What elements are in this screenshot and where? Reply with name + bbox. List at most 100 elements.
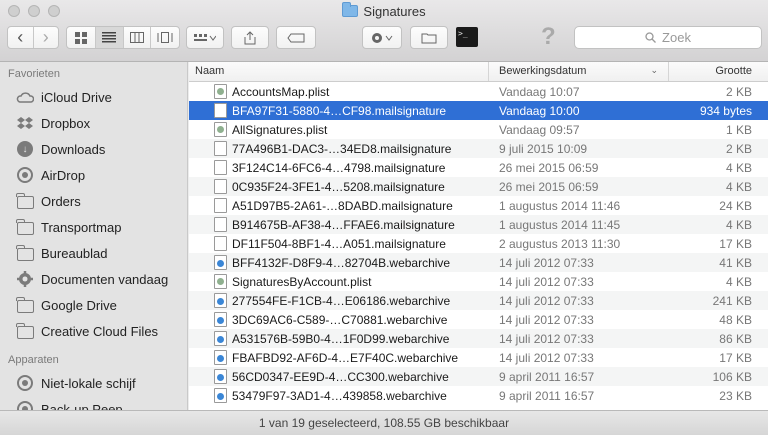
file-size: 2 KB (725, 141, 752, 156)
file-size: 4 KB (725, 179, 752, 194)
file-size: 24 KB (719, 198, 752, 213)
sidebar-item-downloads[interactable]: ↓ Downloads (0, 136, 187, 162)
column-header-date[interactable]: Bewerkingsdatum ⌄ (489, 62, 669, 81)
file-date: 14 juli 2012 07:33 (499, 331, 594, 346)
file-date: 14 juli 2012 07:33 (499, 293, 594, 308)
folder-icon (16, 244, 34, 262)
file-name-cell: 277554FE-F1CB-4…E06186.webarchive (189, 293, 489, 308)
sidebar-item-icloud-drive[interactable]: iCloud Drive (0, 84, 187, 110)
file-size: 2 KB (725, 84, 752, 99)
status-text: 1 van 19 geselecteerd, 108.55 GB beschik… (258, 416, 510, 430)
navigation-group: ‹ › (7, 26, 59, 49)
file-date: 26 mei 2015 06:59 (499, 179, 599, 194)
sidebar-item-transportmap[interactable]: Transportmap (0, 214, 187, 240)
share-button[interactable] (231, 26, 269, 49)
sidebar-item-label: Dropbox (41, 115, 91, 131)
forward-button[interactable]: › (34, 27, 59, 48)
table-row[interactable]: FBAFBD92-AF6D-4…E7F40C.webarchive 14 juli… (189, 348, 768, 367)
file-name-cell: A51D97B5-2A61-…8DABD.mailsignature (189, 198, 489, 213)
toolbar: Signatures ‹ › >_ ? Zoek (0, 0, 768, 62)
column-header-size[interactable]: Grootte (669, 62, 768, 81)
table-row[interactable]: 53479F97-3AD1-4…439858.webarchive 9 april… (189, 386, 768, 405)
sidebar-item-back-up-peep[interactable]: Back-up Peep (0, 396, 187, 410)
sidebar-item-label: Back-up Peep (41, 401, 123, 411)
table-row[interactable]: B914675B-AF38-4…FFAE6.mailsignature 1 aug… (189, 215, 768, 234)
file-name-cell: 56CD0347-EE9D-4…CC300.webarchive (189, 369, 489, 384)
file-name-cell: AllSignatures.plist (189, 122, 489, 137)
plist-file-icon (214, 84, 227, 99)
icon-view-button[interactable] (67, 27, 96, 48)
table-row[interactable]: 77A496B1-DAC3-…34ED8.mailsignature 9 juli… (189, 139, 768, 158)
columns-icon (129, 32, 144, 43)
file-date: Vandaag 10:00 (499, 103, 580, 118)
table-row[interactable]: DF11F504-8BF1-4…A051.mailsignature 2 augu… (189, 234, 768, 253)
sidebar-item-google-drive[interactable]: Google Drive (0, 292, 187, 318)
sidebar-item-documenten-vandaag[interactable]: Documenten vandaag (0, 266, 187, 292)
sidebar-item-niet-lokale-schijf[interactable]: Niet-lokale schijf (0, 370, 187, 396)
table-row[interactable]: 0C935F24-3FE1-4…5208.mailsignature 26 mei… (189, 177, 768, 196)
sidebar-item-dropbox[interactable]: Dropbox (0, 110, 187, 136)
file-name-cell: BFA97F31-5880-4…CF98.mailsignature (189, 103, 489, 118)
sidebar-section-favorites: Favorieten (8, 68, 60, 80)
table-row[interactable]: BFF4132F-D8F9-4…82704B.webarchive 14 juli… (189, 253, 768, 272)
file-date: 1 augustus 2014 11:46 (499, 198, 621, 213)
document-icon (214, 179, 227, 194)
table-row[interactable]: A51D97B5-2A61-…8DABD.mailsignature 1 augu… (189, 196, 768, 215)
sidebar-item-label: AirDrop (41, 167, 86, 183)
table-row[interactable]: 56CD0347-EE9D-4…CC300.webarchive 9 april … (189, 367, 768, 386)
column-header-name[interactable]: Naam (189, 62, 489, 81)
cloud-icon (16, 88, 34, 106)
sidebar-item-bureaublad[interactable]: Bureaublad (0, 240, 187, 266)
grid-icon (74, 31, 87, 44)
table-row[interactable]: SignaturesByAccount.plist 14 juli 2012 07… (189, 272, 768, 291)
file-name-cell: 3F124C14-6FC6-4…4798.mailsignature (189, 160, 489, 175)
table-row[interactable]: BFA97F31-5880-4…CF98.mailsignature Vandaa… (189, 101, 768, 120)
table-row[interactable]: AllSignatures.plist Vandaag 09:57 1 KB (189, 120, 768, 139)
cover-flow-button[interactable] (151, 27, 179, 48)
terminal-icon[interactable]: >_ (456, 27, 478, 47)
table-row[interactable]: A531576B-59B0-4…1F0D99.webarchive 14 juli… (189, 329, 768, 348)
file-size: 23 KB (719, 388, 752, 403)
file-size: 17 KB (719, 236, 752, 251)
help-icon[interactable]: ? (541, 23, 556, 51)
list-view-button[interactable] (95, 27, 124, 48)
file-list: Naam Bewerkingsdatum ⌄ Grootte AccountsM… (189, 62, 768, 410)
webarchive-file-icon (214, 293, 227, 308)
file-name-cell: A531576B-59B0-4…1F0D99.webarchive (189, 331, 489, 346)
column-view-button[interactable] (124, 27, 152, 48)
sidebar-item-label: Niet-lokale schijf (41, 375, 136, 391)
search-icon (645, 32, 657, 43)
clock-icon (16, 400, 34, 410)
tag-icon (287, 33, 305, 42)
webarchive-file-icon (214, 388, 227, 403)
file-name-cell: 0C935F24-3FE1-4…5208.mailsignature (189, 179, 489, 194)
tag-button[interactable] (276, 26, 316, 49)
search-input[interactable]: Zoek (574, 26, 762, 49)
table-row[interactable]: 3DC69AC6-C589-…C70881.webarchive 14 juli … (189, 310, 768, 329)
file-name-cell: FBAFBD92-AF6D-4…E7F40C.webarchive (189, 350, 489, 365)
file-name: A531576B-59B0-4…1F0D99.webarchive (232, 331, 450, 346)
table-row[interactable]: 277554FE-F1CB-4…E06186.webarchive 14 juli… (189, 291, 768, 310)
sidebar-item-creative-cloud-files[interactable]: Creative Cloud Files (0, 318, 187, 344)
gear-icon (372, 32, 393, 43)
sidebar-item-orders[interactable]: Orders (0, 188, 187, 214)
file-date: Vandaag 09:57 (499, 122, 580, 137)
arrange-button[interactable] (186, 26, 224, 49)
table-row[interactable]: AccountsMap.plist Vandaag 10:07 2 KB (189, 82, 768, 101)
file-name-cell: 77A496B1-DAC3-…34ED8.mailsignature (189, 141, 489, 156)
file-name: 53479F97-3AD1-4…439858.webarchive (232, 388, 447, 403)
table-row[interactable]: 3F124C14-6FC6-4…4798.mailsignature 26 mei… (189, 158, 768, 177)
file-size: 106 KB (712, 369, 752, 384)
back-button[interactable]: ‹ (8, 27, 34, 48)
file-date: 14 juli 2012 07:33 (499, 274, 594, 289)
file-name: SignaturesByAccount.plist (232, 274, 372, 289)
sidebar-item-label: Documenten vandaag (41, 271, 169, 287)
file-name-cell: DF11F504-8BF1-4…A051.mailsignature (189, 236, 489, 251)
sidebar-item-airdrop[interactable]: AirDrop (0, 162, 187, 188)
sidebar-section-devices: Apparaten (8, 354, 59, 366)
new-folder-button[interactable] (410, 26, 448, 49)
file-size: 4 KB (725, 217, 752, 232)
view-mode-group (66, 26, 180, 49)
action-menu-button[interactable] (362, 26, 402, 49)
file-name-cell: B914675B-AF38-4…FFAE6.mailsignature (189, 217, 489, 232)
